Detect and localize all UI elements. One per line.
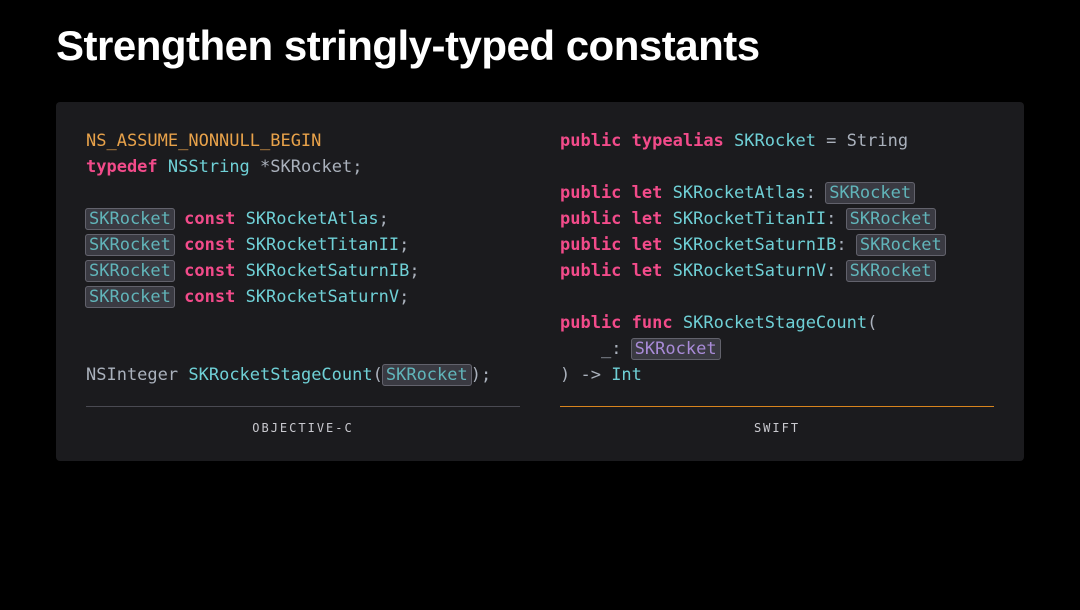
swift-const-0: SKRocketAtlas (673, 183, 806, 203)
swift-param-type: SKRocket (631, 338, 721, 360)
objc-const-kw-2: const (184, 261, 235, 281)
objc-const-1: SKRocketTitanII (246, 235, 400, 255)
swift-divider (560, 406, 994, 407)
objc-param-type: SKRocket (382, 364, 472, 386)
objc-const-semi-1: ; (399, 235, 409, 255)
objc-macro: NS_ASSUME_NONNULL_BEGIN (86, 131, 321, 151)
swift-int: Int (611, 365, 642, 385)
swift-const-type-0: SKRocket (825, 182, 915, 204)
objc-semi-1: ; (352, 157, 362, 177)
swift-const-type-1: SKRocket (846, 208, 936, 230)
swift-colon-2: : (836, 235, 856, 255)
swift-open-paren: ( (867, 313, 877, 333)
swift-public-4: public (560, 261, 621, 281)
objc-label: OBJECTIVE-C (86, 421, 520, 437)
swift-colon-0: : (806, 183, 826, 203)
objc-typedef-kw: typedef (86, 157, 158, 177)
code-panel: NS_ASSUME_NONNULL_BEGIN typedef NSString… (56, 102, 1024, 461)
objc-nsinteger: NSInteger (86, 365, 178, 385)
swift-let-1: let (632, 209, 663, 229)
objc-func: SKRocketStageCount (188, 365, 372, 385)
objc-rocket-type: SKRocket (270, 157, 352, 177)
objc-const-kw-3: const (184, 287, 235, 307)
objc-column: NS_ASSUME_NONNULL_BEGIN typedef NSString… (86, 128, 520, 437)
objc-const-semi-3: ; (399, 287, 409, 307)
swift-public-3: public (560, 235, 621, 255)
swift-close-arrow: ) -> (560, 365, 611, 385)
objc-code: NS_ASSUME_NONNULL_BEGIN typedef NSString… (86, 128, 520, 388)
swift-const-1: SKRocketTitanII (673, 209, 827, 229)
objc-const-0: SKRocketAtlas (246, 209, 379, 229)
swift-underscore: _: (601, 339, 632, 359)
swift-const-type-2: SKRocket (856, 234, 946, 256)
swift-equals: = (816, 131, 847, 151)
slide-title: Strengthen stringly-typed constants (0, 0, 1080, 70)
objc-const-semi-2: ; (409, 261, 419, 281)
objc-close-paren: ); (471, 365, 491, 385)
swift-rocket-type: SKRocket (734, 131, 816, 151)
swift-const-type-3: SKRocket (846, 260, 936, 282)
swift-code: public typealias SKRocket = String publi… (560, 128, 994, 388)
objc-const-type-3: SKRocket (85, 286, 175, 308)
swift-colon-1: : (826, 209, 846, 229)
objc-const-3: SKRocketSaturnV (246, 287, 400, 307)
objc-const-kw-1: const (184, 235, 235, 255)
swift-let-0: let (632, 183, 663, 203)
objc-const-type-1: SKRocket (85, 234, 175, 256)
swift-label: SWIFT (560, 421, 994, 437)
swift-let-2: let (632, 235, 663, 255)
slide: Strengthen stringly-typed constants NS_A… (0, 0, 1080, 610)
swift-column: public typealias SKRocket = String publi… (560, 128, 994, 437)
objc-const-semi-0: ; (379, 209, 389, 229)
swift-public-0: public (560, 131, 621, 151)
objc-divider (86, 406, 520, 407)
swift-string: String (847, 131, 908, 151)
swift-const-3: SKRocketSaturnV (673, 261, 827, 281)
swift-let-3: let (632, 261, 663, 281)
objc-nsstring: NSString (168, 157, 250, 177)
swift-const-2: SKRocketSaturnIB (673, 235, 837, 255)
objc-star: * (260, 157, 270, 177)
objc-const-type-0: SKRocket (85, 208, 175, 230)
swift-public-1: public (560, 183, 621, 203)
swift-func-name: SKRocketStageCount (683, 313, 867, 333)
swift-func-kw: func (632, 313, 673, 333)
swift-typealias-kw: typealias (632, 131, 724, 151)
swift-public-2: public (560, 209, 621, 229)
swift-colon-3: : (826, 261, 846, 281)
swift-public-5: public (560, 313, 621, 333)
objc-const-kw-0: const (184, 209, 235, 229)
objc-const-type-2: SKRocket (85, 260, 175, 282)
objc-const-2: SKRocketSaturnIB (246, 261, 410, 281)
